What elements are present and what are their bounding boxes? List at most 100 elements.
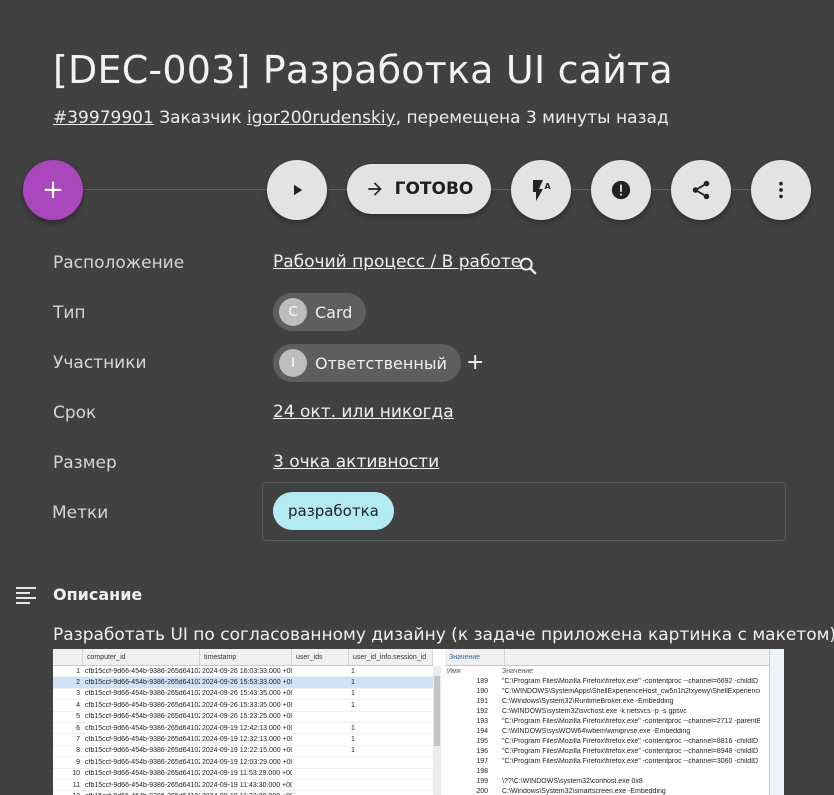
list-item[interactable]: 189 "C:\Program Files\Mozilla Firefox\fir…	[445, 676, 765, 686]
cell-timestamp: 2024-09-19 12:03:29.000 +0000	[202, 758, 292, 766]
row-number-header	[53, 649, 83, 665]
list-item[interactable]: 190 "C:\WINDOWS\SystemApps\ShellExperienc…	[445, 686, 765, 696]
row-number: 10	[72, 770, 80, 778]
flash-auto-icon: A	[533, 180, 552, 201]
value-row-index: 191	[476, 697, 488, 705]
list-item[interactable]: 192 C:\WINDOWS\system32\svchost.exe -k ne…	[445, 706, 765, 716]
cell-computer-id: cfb15ccf-9d66-454b-9386-265d641027e	[85, 667, 200, 675]
value-row-index: 190	[476, 687, 488, 695]
svg-text:A: A	[545, 182, 552, 191]
list-item[interactable]: 193 "C:\Program Files\Mozilla Firefox\fir…	[445, 716, 765, 726]
cell-timestamp: 2024-09-19 11:43:30.000 +0000	[202, 781, 292, 789]
panels-sidebar[interactable]	[769, 649, 784, 795]
due-link[interactable]: 24 окт. или никогда	[273, 402, 454, 422]
list-item[interactable]: 198	[445, 766, 765, 776]
header-timestamp: timestamp	[200, 649, 292, 665]
value-row-index: 194	[476, 727, 488, 735]
customer-prefix: Заказчик	[159, 108, 242, 128]
grid-header: computer_id timestamp user_ids user_id_i…	[53, 649, 433, 666]
card-number-link[interactable]: #39979901	[53, 108, 154, 128]
value-tab[interactable]: Значение	[445, 649, 505, 665]
more-button[interactable]	[751, 160, 811, 220]
table-row[interactable]: 7 cfb15ccf-9d66-454b-9386-265d641027e 2024…	[53, 734, 433, 746]
value-row-text: \??\C:\WINDOWS\system32\conhost.exe 0x8	[502, 777, 643, 785]
auto-action-button[interactable]: A	[511, 160, 571, 220]
type-value: Card	[315, 302, 353, 322]
card-title: [DEC-003] Разработка UI сайта	[53, 48, 673, 92]
table-row[interactable]: 6 cfb15ccf-9d66-454b-9386-265d641027e 2024…	[53, 723, 433, 735]
attachment-screenshot[interactable]: computer_id timestamp user_ids user_id_i…	[53, 649, 784, 795]
done-label: ГОТОВО	[394, 179, 474, 199]
table-row[interactable]: 10 cfb15ccf-9d66-454b-9386-265d641027e 202…	[53, 769, 433, 780]
member-chip[interactable]: I Ответственный	[273, 344, 461, 382]
list-item[interactable]: 197 "C:\Program Files\Mozilla Firefox\fir…	[445, 756, 765, 766]
row-number: 6	[76, 724, 80, 732]
block-button[interactable]	[591, 160, 651, 220]
type-avatar: C	[279, 298, 307, 326]
value-columns-header: Имя Значение	[445, 666, 765, 676]
cell-session-id: 1	[351, 724, 355, 732]
value-row-text: "C:\Program Files\Mozilla Firefox\firefo…	[502, 737, 760, 745]
value-row-index: 199	[476, 777, 488, 785]
start-button[interactable]	[267, 160, 327, 220]
description-icon	[16, 587, 36, 604]
cell-timestamp: 2024-09-19 12:42:13.000 +0000	[202, 724, 292, 732]
cell-timestamp: 2024-09-26 15:23:25.000 +0000	[202, 713, 292, 721]
table-row[interactable]: 9 cfb15ccf-9d66-454b-9386-265d641027e 2024…	[53, 757, 433, 769]
table-row[interactable]: 11 cfb15ccf-9d66-454b-9386-265d641027e 202…	[53, 780, 433, 792]
type-label: Тип	[53, 303, 86, 323]
add-member-button[interactable]: +	[466, 350, 484, 375]
header-computer-id: computer_id	[83, 649, 200, 665]
grid-scrollbar[interactable]	[433, 666, 441, 795]
search-icon[interactable]	[517, 255, 539, 277]
row-number: 7	[76, 736, 80, 744]
type-chip[interactable]: C Card	[273, 293, 367, 331]
cell-timestamp: 2024-09-19 11:53:29.000 +0000	[202, 770, 292, 778]
done-button[interactable]: ГОТОВО	[347, 164, 491, 214]
customer-link[interactable]: igor200rudenskiy	[247, 108, 396, 128]
table-row[interactable]: 1 cfb15ccf-9d66-454b-9386-265d641027e 2024…	[53, 666, 433, 678]
list-item[interactable]: 199 \??\C:\WINDOWS\system32\conhost.exe 0…	[445, 776, 765, 786]
location-link[interactable]: Рабочий процесс / В работе	[273, 252, 521, 272]
row-number: 3	[76, 690, 80, 698]
row-number: 8	[76, 747, 80, 755]
list-item[interactable]: 200 C:\Windows\System32\smartscreen.exe -…	[445, 786, 765, 795]
description-title: Описание	[53, 585, 143, 604]
table-row[interactable]: 5 cfb15ccf-9d66-454b-9386-265d641027e 2024…	[53, 712, 433, 723]
tags-field[interactable]: разработка	[262, 482, 786, 541]
list-item[interactable]: 196 "C:\Program Files\Mozilla Firefox\fir…	[445, 746, 765, 756]
header-user-ids: user_ids	[292, 649, 349, 665]
tag-chip[interactable]: разработка	[273, 492, 394, 530]
table-row[interactable]: 8 cfb15ccf-9d66-454b-9386-265d641027e 2024…	[53, 746, 433, 758]
row-number: 1	[76, 667, 80, 675]
add-button[interactable]: +	[23, 160, 83, 220]
arrow-right-icon	[367, 182, 382, 196]
value-rows: Имя Значение 189 "C:\Program Files\Mozilla …	[445, 666, 765, 795]
table-row[interactable]: 3 cfb15ccf-9d66-454b-9386-265d641027e 2024…	[53, 689, 433, 701]
size-label: Размер	[53, 453, 117, 473]
list-item[interactable]: 191 C:\Windows\System32\RuntimeBroker.exe…	[445, 696, 765, 706]
list-item[interactable]: 195 "C:\Program Files\Mozilla Firefox\fir…	[445, 736, 765, 746]
cell-session-id: 1	[351, 701, 355, 709]
table-row[interactable]: 2 cfb15ccf-9d66-454b-9386-265d641027e 2024…	[53, 677, 433, 689]
tags-label: Метки	[52, 503, 109, 523]
list-item[interactable]: 194 C:\WINDOWS\sysWOW64\wbem\wmiprvse.exe…	[445, 726, 765, 736]
members-label: Участники	[53, 353, 147, 373]
row-number: 5	[76, 713, 80, 721]
cell-session-id: 1	[351, 679, 355, 687]
value-row-index: 200	[476, 787, 488, 795]
table-row[interactable]: 12cfb15ccf-9d66-454b-9386-265d641027e202…	[53, 791, 433, 795]
table-row[interactable]: 4 cfb15ccf-9d66-454b-9386-265d641027e 2024…	[53, 700, 433, 712]
member-avatar: I	[279, 349, 307, 377]
row-number: 11	[72, 781, 80, 789]
value-header-name: Имя	[447, 667, 461, 675]
share-button[interactable]	[671, 160, 731, 220]
value-row-text: C:\WINDOWS\system32\svchost.exe -k netsv…	[502, 707, 687, 715]
moved-text: , перемещена 3 минуты назад	[395, 108, 669, 128]
cell-computer-id: cfb15ccf-9d66-454b-9386-265d641027e	[85, 690, 200, 698]
cell-computer-id: cfb15ccf-9d66-454b-9386-265d641027e	[85, 679, 200, 687]
value-header-value: Значение	[502, 667, 534, 675]
member-role: Ответственный	[315, 353, 447, 373]
size-link[interactable]: 3 очка активности	[273, 452, 439, 472]
row-number: 9	[76, 758, 80, 766]
